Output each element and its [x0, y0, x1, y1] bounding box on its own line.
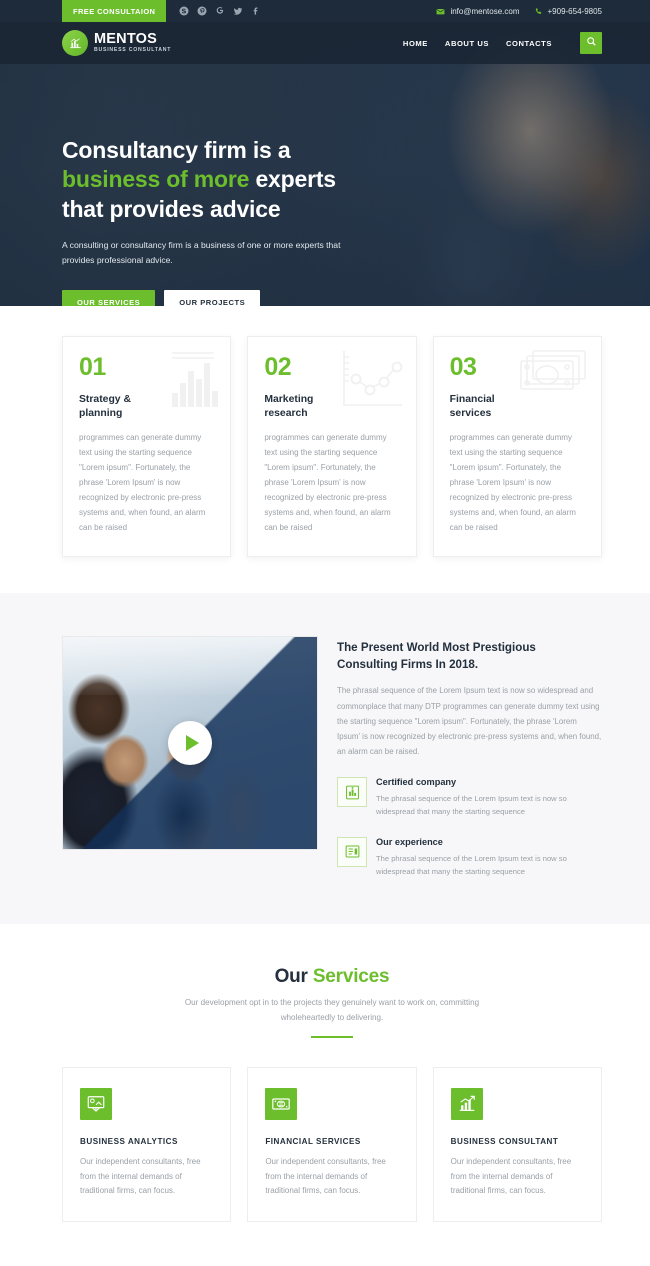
hero-buttons: OUR SERVICES OUR PROJECTS	[62, 290, 602, 306]
feature-card-marketing-research[interactable]: 02 Marketing research programmes can gen…	[247, 336, 417, 557]
hero-title-line-1: Consultancy firm is a	[62, 137, 291, 163]
contact-email-text: info@mentose.com	[450, 6, 520, 16]
hero-content: Consultancy firm is a business of more e…	[0, 64, 650, 306]
about-feature-title: Certified company	[376, 777, 457, 788]
feature-card-financial-services[interactable]: 03 Financial services programmes can gen…	[432, 336, 602, 557]
main-navigation: MENTOS BUSINESS CONSULTANT HOME ABOUT US…	[0, 22, 650, 64]
top-bar: FREE CONSULTAION info@mentose.com +909-6…	[0, 0, 650, 22]
play-icon	[186, 734, 199, 751]
services-title: Our Services	[62, 966, 602, 988]
services-subtitle: Our development opt in to the projects t…	[184, 998, 480, 1022]
brand-subtitle: BUSINESS CONSULTANT	[94, 47, 172, 54]
top-bar-contact: info@mentose.com +909-654-9805	[436, 0, 650, 22]
about-feature-certified-company[interactable]: Certified company The phrasal sequence o…	[337, 777, 602, 818]
feature-title: Marketing research	[264, 394, 314, 419]
play-button[interactable]	[168, 720, 212, 765]
services-header: Our Services Our development opt in to t…	[62, 966, 602, 1038]
search-button[interactable]	[580, 32, 602, 54]
envelope-icon	[436, 7, 445, 16]
service-card-financial-services[interactable]: FINANCIAL SERVICES Our independent consu…	[247, 1066, 417, 1223]
about-feature-body: Certified company The phrasal sequence o…	[376, 777, 602, 818]
service-title: BUSINESS ANALYTICS	[80, 1136, 178, 1146]
about-feature-body: Our experience The phrasal sequence of t…	[376, 837, 602, 878]
nav-inner: MENTOS BUSINESS CONSULTANT HOME ABOUT US…	[0, 22, 650, 64]
service-title: FINANCIAL SERVICES	[265, 1136, 361, 1146]
feature-text: programmes can generate dummy text using…	[79, 433, 206, 532]
feature-number: 01	[79, 353, 106, 381]
money-bill-icon	[265, 1087, 298, 1120]
about-feature-title: Our experience	[376, 836, 443, 847]
service-title: BUSINESS CONSULTANT	[450, 1136, 559, 1146]
feature-title: Strategy & planning	[79, 394, 131, 419]
about-content: The Present World Most Prestigious Consu…	[337, 636, 602, 879]
hero-title: Consultancy firm is a business of more e…	[62, 136, 392, 224]
contact-phone-text: +909-654-9805	[547, 6, 603, 16]
nav-item-home[interactable]: HOME	[403, 39, 428, 48]
services-title-plain: Our	[274, 966, 313, 988]
our-services-button[interactable]: OUR SERVICES	[62, 290, 156, 306]
skype-icon[interactable]	[176, 4, 191, 19]
services-title-accent: Services	[312, 966, 390, 988]
services-divider	[311, 1035, 353, 1038]
contact-phone[interactable]: +909-654-9805	[534, 6, 603, 16]
top-bar-inner: FREE CONSULTAION info@mentose.com +909-6…	[0, 0, 650, 22]
feature-title: Financial services	[449, 394, 495, 419]
feature-cards-section: 01 Strategy & planning programmes can ge…	[0, 306, 650, 593]
contact-email[interactable]: info@mentose.com	[436, 6, 520, 16]
about-feature-text: The phrasal sequence of the Lorem Ipsum …	[376, 853, 567, 876]
about-feature-text: The phrasal sequence of the Lorem Ipsum …	[376, 794, 567, 817]
nav-item-about-us[interactable]: ABOUT US	[445, 39, 489, 48]
document-list-icon	[337, 836, 367, 867]
feature-number: 02	[264, 353, 292, 381]
feature-text: programmes can generate dummy text using…	[264, 433, 391, 532]
hero-title-line-2-rest: experts	[249, 166, 336, 193]
chart-bars-icon	[62, 30, 88, 56]
growth-chart-icon	[450, 1087, 483, 1120]
services-grid: BUSINESS ANALYTICS Our independent consu…	[62, 1066, 602, 1223]
hero-title-accent: business of more	[62, 166, 250, 193]
nav-item-contacts[interactable]: CONTACTS	[506, 39, 552, 48]
service-card-business-consultant[interactable]: BUSINESS CONSULTANT Our independent cons…	[432, 1066, 602, 1223]
free-consultation-button[interactable]: FREE CONSULTAION	[62, 0, 167, 22]
hero-title-line-3: that provides advice	[62, 195, 281, 222]
pinterest-icon[interactable]	[194, 4, 209, 19]
service-text: Our independent consultants, free from t…	[265, 1156, 386, 1196]
feature-card-strategy-planning[interactable]: 01 Strategy & planning programmes can ge…	[62, 336, 232, 557]
presentation-analytics-icon	[80, 1087, 112, 1120]
brand-name: MENTOS	[94, 31, 157, 48]
nav-menu: HOME ABOUT US CONTACTS	[403, 32, 602, 54]
hero-subtitle: A consulting or consultancy firm is a bu…	[62, 240, 341, 266]
twitter-icon[interactable]	[230, 4, 245, 19]
google-plus-icon[interactable]	[212, 4, 227, 19]
phone-icon	[534, 7, 543, 16]
service-text: Our independent consultants, free from t…	[450, 1156, 572, 1196]
service-text: Our independent consultants, free from t…	[80, 1156, 201, 1196]
certificate-chart-icon	[337, 777, 367, 808]
brand-logo-link[interactable]: MENTOS BUSINESS CONSULTANT	[62, 30, 171, 56]
about-title: The Present World Most Prestigious Consu…	[337, 640, 536, 671]
about-feature-our-experience[interactable]: Our experience The phrasal sequence of t…	[337, 836, 602, 878]
social-links	[176, 0, 263, 22]
brand-text: MENTOS BUSINESS CONSULTANT	[94, 32, 171, 53]
facebook-icon[interactable]	[248, 4, 263, 19]
feature-number: 03	[449, 353, 477, 381]
about-video-section: The Present World Most Prestigious Consu…	[0, 592, 650, 925]
service-card-business-analytics[interactable]: BUSINESS ANALYTICS Our independent consu…	[62, 1066, 232, 1223]
video-thumbnail[interactable]	[62, 635, 318, 850]
feature-text: programmes can generate dummy text using…	[449, 433, 576, 532]
search-icon	[586, 34, 597, 52]
our-projects-button[interactable]: OUR PROJECTS	[164, 290, 261, 306]
about-text: The phrasal sequence of the Lorem Ipsum …	[337, 686, 602, 757]
